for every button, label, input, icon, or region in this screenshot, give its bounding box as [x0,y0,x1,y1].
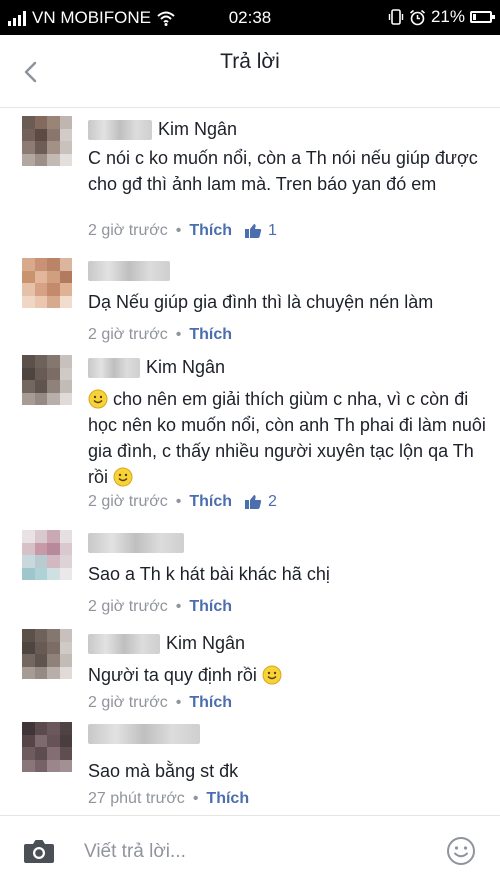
thumbs-up-icon [245,495,262,509]
battery-percent: 21% [430,7,465,26]
smile-emoji-icon [113,467,133,487]
blurred-name [88,357,140,378]
separator-dot: • [175,326,182,343]
blurred-name [88,119,152,140]
header: Trả lời [0,35,500,108]
comment-time: 2 giờ trước [88,694,168,711]
page-title: Trả lời [220,50,280,73]
reply-composer [0,816,500,888]
comment-author[interactable] [88,724,206,744]
separator-dot: • [175,222,182,239]
emoji-icon[interactable] [446,836,476,866]
comment-author[interactable] [88,533,190,553]
vibrate-icon [388,9,404,25]
comment-meta: 2 giờ trước • Thích 2 [88,493,277,511]
comment-author[interactable]: Kim Ngân [88,119,237,140]
comment-meta: 2 giờ trước • Thích [88,326,232,344]
comment-author[interactable]: Kim Ngân [88,633,245,654]
like-button[interactable]: Thích [189,326,232,344]
back-icon[interactable] [20,59,42,85]
blurred-name [88,533,184,553]
separator-dot: • [175,694,182,711]
like-button[interactable]: Thích [206,790,249,808]
comment-time: 27 phút trước [88,790,185,807]
status-right: 21% [388,7,495,27]
avatar[interactable] [22,116,72,166]
comment-meta: 2 giờ trước • Thích [88,598,232,616]
blurred-name [88,724,200,744]
status-bar: VN MOBIFONE 02:38 21% [0,0,500,35]
blurred-name [88,633,160,654]
comment-text: cho nên em giải thích giùm c nha, vì c c… [88,389,486,487]
separator-dot: • [192,790,199,807]
like-button[interactable]: Thích [189,493,232,511]
comment-author[interactable] [88,261,176,281]
like-count: 1 [268,222,277,239]
comment-text: Sao mà bằng st đk [88,761,239,781]
comment-time: 2 giờ trước [88,326,168,343]
avatar[interactable] [22,258,72,308]
comment-text: Sao a Th k hát bài khác hã chị [88,564,330,584]
like-count: 2 [268,493,277,510]
reply-input[interactable] [84,838,424,866]
camera-icon[interactable] [23,837,55,865]
smile-emoji-icon [262,665,282,685]
comment-text: C nói c ko muốn nổi, còn a Th nói nếu gi… [88,148,478,194]
avatar[interactable] [22,355,72,405]
comment-meta: 2 giờ trước • Thích [88,694,232,712]
comment-time: 2 giờ trước [88,222,168,239]
avatar[interactable] [22,530,72,580]
divider [0,107,500,108]
battery-icon [470,11,495,23]
avatar[interactable] [22,722,72,772]
like-button[interactable]: Thích [189,694,232,712]
alarm-icon [409,9,425,25]
comment-meta: 27 phút trước • Thích [88,790,249,808]
like-button[interactable]: Thích [189,598,232,616]
separator-dot: • [175,598,182,615]
avatar[interactable] [22,629,72,679]
smile-emoji-icon [88,389,108,409]
comment-time: 2 giờ trước [88,493,168,510]
blurred-name [88,261,170,281]
comment-text: Dạ Nếu giúp gia đình thì là chuyện nén l… [88,292,434,312]
comment-author[interactable]: Kim Ngân [88,357,225,378]
comment-meta: 2 giờ trước • Thích 1 [88,222,277,240]
separator-dot: • [175,493,182,510]
thumbs-up-icon [245,224,262,238]
like-button[interactable]: Thích [189,222,232,240]
comment-time: 2 giờ trước [88,598,168,615]
comment-text: Người ta quy định rồi [88,662,488,688]
